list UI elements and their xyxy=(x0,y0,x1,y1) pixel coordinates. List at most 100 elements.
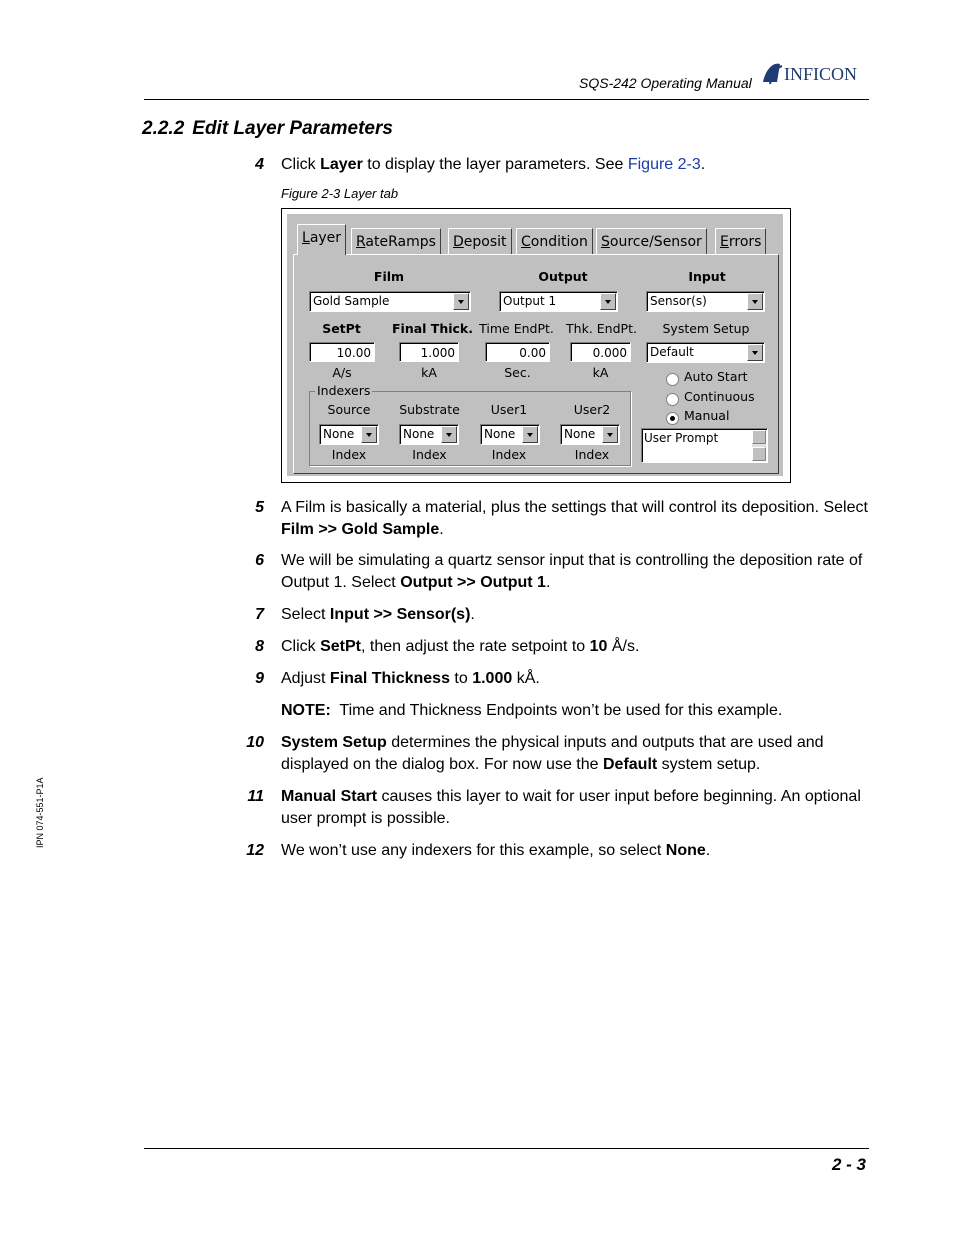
continuous-label[interactable]: Continuous xyxy=(684,389,755,404)
step-number: 10 xyxy=(246,734,264,751)
film-label: Film xyxy=(373,269,405,284)
output-label: Output xyxy=(538,269,588,284)
tab-layer[interactable]: Layer xyxy=(297,224,347,255)
tab-condition[interactable]: Condition xyxy=(516,228,593,255)
step-7: 7 Select Input >> Sensor(s). xyxy=(240,604,870,626)
auto-start-label[interactable]: Auto Start xyxy=(684,369,748,384)
inficon-logo-icon: INFICON xyxy=(763,63,857,85)
scroll-up-icon[interactable] xyxy=(752,430,766,444)
chevron-down-icon[interactable] xyxy=(602,426,618,443)
footer-rule xyxy=(144,1148,869,1149)
thk-endpt-label: Thk. EndPt. xyxy=(566,321,637,336)
step-text: Manual Start causes this layer to wait f… xyxy=(281,788,861,827)
header-rule xyxy=(144,99,869,100)
chevron-down-icon[interactable] xyxy=(747,344,763,361)
section-title: Edit Layer Parameters xyxy=(192,118,393,139)
figure-link[interactable]: Figure 2-3 xyxy=(628,156,701,173)
svg-text:INFICON: INFICON xyxy=(784,64,857,84)
chevron-down-icon[interactable] xyxy=(600,293,616,310)
system-setup-label: System Setup xyxy=(662,321,750,336)
section-heading: 2.2.2 Edit Layer Parameters xyxy=(142,118,393,140)
tab-deposit[interactable]: Deposit xyxy=(448,228,512,255)
continuous-radio[interactable] xyxy=(666,393,679,406)
user2-index-select[interactable]: None xyxy=(560,424,620,445)
step-text: Click SetPt, then adjust the rate setpoi… xyxy=(281,638,640,655)
step-4: 4 Click Layer to display the layer param… xyxy=(240,154,870,176)
substrate-label: Substrate xyxy=(399,402,460,417)
step-text: System Setup determines the physical inp… xyxy=(281,734,824,773)
tab-errors[interactable]: Errors xyxy=(715,228,767,255)
source-index-select[interactable]: None xyxy=(319,424,379,445)
tab-source-sensor[interactable]: Source/Sensor xyxy=(596,228,707,255)
step-9: 9 Adjust Final Thickness to 1.000 kÅ. xyxy=(240,668,870,690)
unit-rate: A/s xyxy=(332,365,352,380)
final-thick-label[interactable]: Final Thick. xyxy=(390,321,475,336)
chevron-down-icon[interactable] xyxy=(747,293,763,310)
step-number: 11 xyxy=(247,788,264,805)
time-endpt-field[interactable]: 0.00 xyxy=(485,342,550,362)
step-text: We will be simulating a quartz sensor in… xyxy=(281,552,863,591)
unit-ka: kA xyxy=(592,365,609,380)
index-label: Index xyxy=(574,447,610,462)
ipn-number: IPN 074-551-P1A xyxy=(35,777,45,848)
step-text: Click Layer to display the layer paramet… xyxy=(281,156,706,173)
section-number: 2.2.2 xyxy=(142,118,185,139)
step-text: Adjust Final Thickness to 1.000 kÅ. xyxy=(281,670,540,687)
note-text: NOTE: Time and Thickness Endpoints won’t… xyxy=(281,702,783,719)
step-11: 11 Manual Start causes this layer to wai… xyxy=(240,786,870,830)
final-thick-field[interactable]: 1.000 xyxy=(399,342,459,362)
index-label: Index xyxy=(491,447,527,462)
chevron-down-icon[interactable] xyxy=(441,426,457,443)
step-number: 8 xyxy=(255,638,264,655)
manual-label[interactable]: Manual xyxy=(684,408,729,423)
chevron-down-icon[interactable] xyxy=(522,426,538,443)
system-setup-select[interactable]: Default xyxy=(646,342,765,363)
page-number: 2 - 3 xyxy=(831,1155,866,1174)
layer-tab-figure: Layer RateRamps Deposit Condition Source… xyxy=(281,208,791,483)
step-5: 5 A Film is basically a material, plus t… xyxy=(240,497,870,541)
film-select[interactable]: Gold Sample xyxy=(309,291,471,312)
step-12: 12 We won’t use any indexers for this ex… xyxy=(240,840,870,862)
step-number: 5 xyxy=(255,499,264,516)
chevron-down-icon[interactable] xyxy=(361,426,377,443)
layer-panel: Film Output Input Gold Sample Output 1 S… xyxy=(293,254,779,474)
index-label: Index xyxy=(412,447,447,462)
step-number: 7 xyxy=(255,606,264,623)
auto-start-radio[interactable] xyxy=(666,373,679,386)
chevron-down-icon[interactable] xyxy=(453,293,469,310)
user1-index-select[interactable]: None xyxy=(480,424,540,445)
unit-ka: kA xyxy=(421,365,437,380)
inficon-logo: INFICON xyxy=(760,60,872,86)
step-number: 9 xyxy=(255,670,264,687)
manual-title: SQS-242 Operating Manual xyxy=(579,75,752,91)
step-number: 6 xyxy=(255,552,264,569)
output-select[interactable]: Output 1 xyxy=(499,291,618,312)
source-label: Source xyxy=(327,402,371,417)
step-number: 4 xyxy=(255,156,264,173)
step-text: Select Input >> Sensor(s). xyxy=(281,606,475,623)
step-6: 6 We will be simulating a quartz sensor … xyxy=(240,550,870,594)
setpt-field[interactable]: 10.00 xyxy=(309,342,375,362)
step-text: A Film is basically a material, plus the… xyxy=(281,499,868,538)
time-endpt-label: Time EndPt. xyxy=(479,321,554,336)
step-10: 10 System Setup determines the physical … xyxy=(240,732,870,776)
user1-label: User1 xyxy=(490,402,528,417)
layer-dialog: Layer RateRamps Deposit Condition Source… xyxy=(287,214,783,476)
substrate-index-select[interactable]: None xyxy=(399,424,459,445)
setpt-label[interactable]: SetPt xyxy=(304,321,379,336)
user-prompt-field[interactable]: User Prompt xyxy=(641,428,768,463)
note: NOTE: Time and Thickness Endpoints won’t… xyxy=(240,700,870,722)
step-8: 8 Click SetPt, then adjust the rate setp… xyxy=(240,636,870,658)
input-select[interactable]: Sensor(s) xyxy=(646,291,765,312)
scrollbar[interactable] xyxy=(752,430,766,461)
step-text: We won’t use any indexers for this examp… xyxy=(281,842,711,859)
tab-rateramps[interactable]: RateRamps xyxy=(351,228,441,255)
scroll-down-icon[interactable] xyxy=(752,447,766,461)
thk-endpt-field[interactable]: 0.000 xyxy=(570,342,631,362)
manual-radio[interactable] xyxy=(666,412,679,425)
unit-sec: Sec. xyxy=(504,365,531,380)
indexers-label: Indexers xyxy=(315,383,373,398)
index-label: Index xyxy=(331,447,367,462)
figure-caption: Figure 2-3 Layer tab xyxy=(281,186,399,201)
user2-label: User2 xyxy=(573,402,611,417)
